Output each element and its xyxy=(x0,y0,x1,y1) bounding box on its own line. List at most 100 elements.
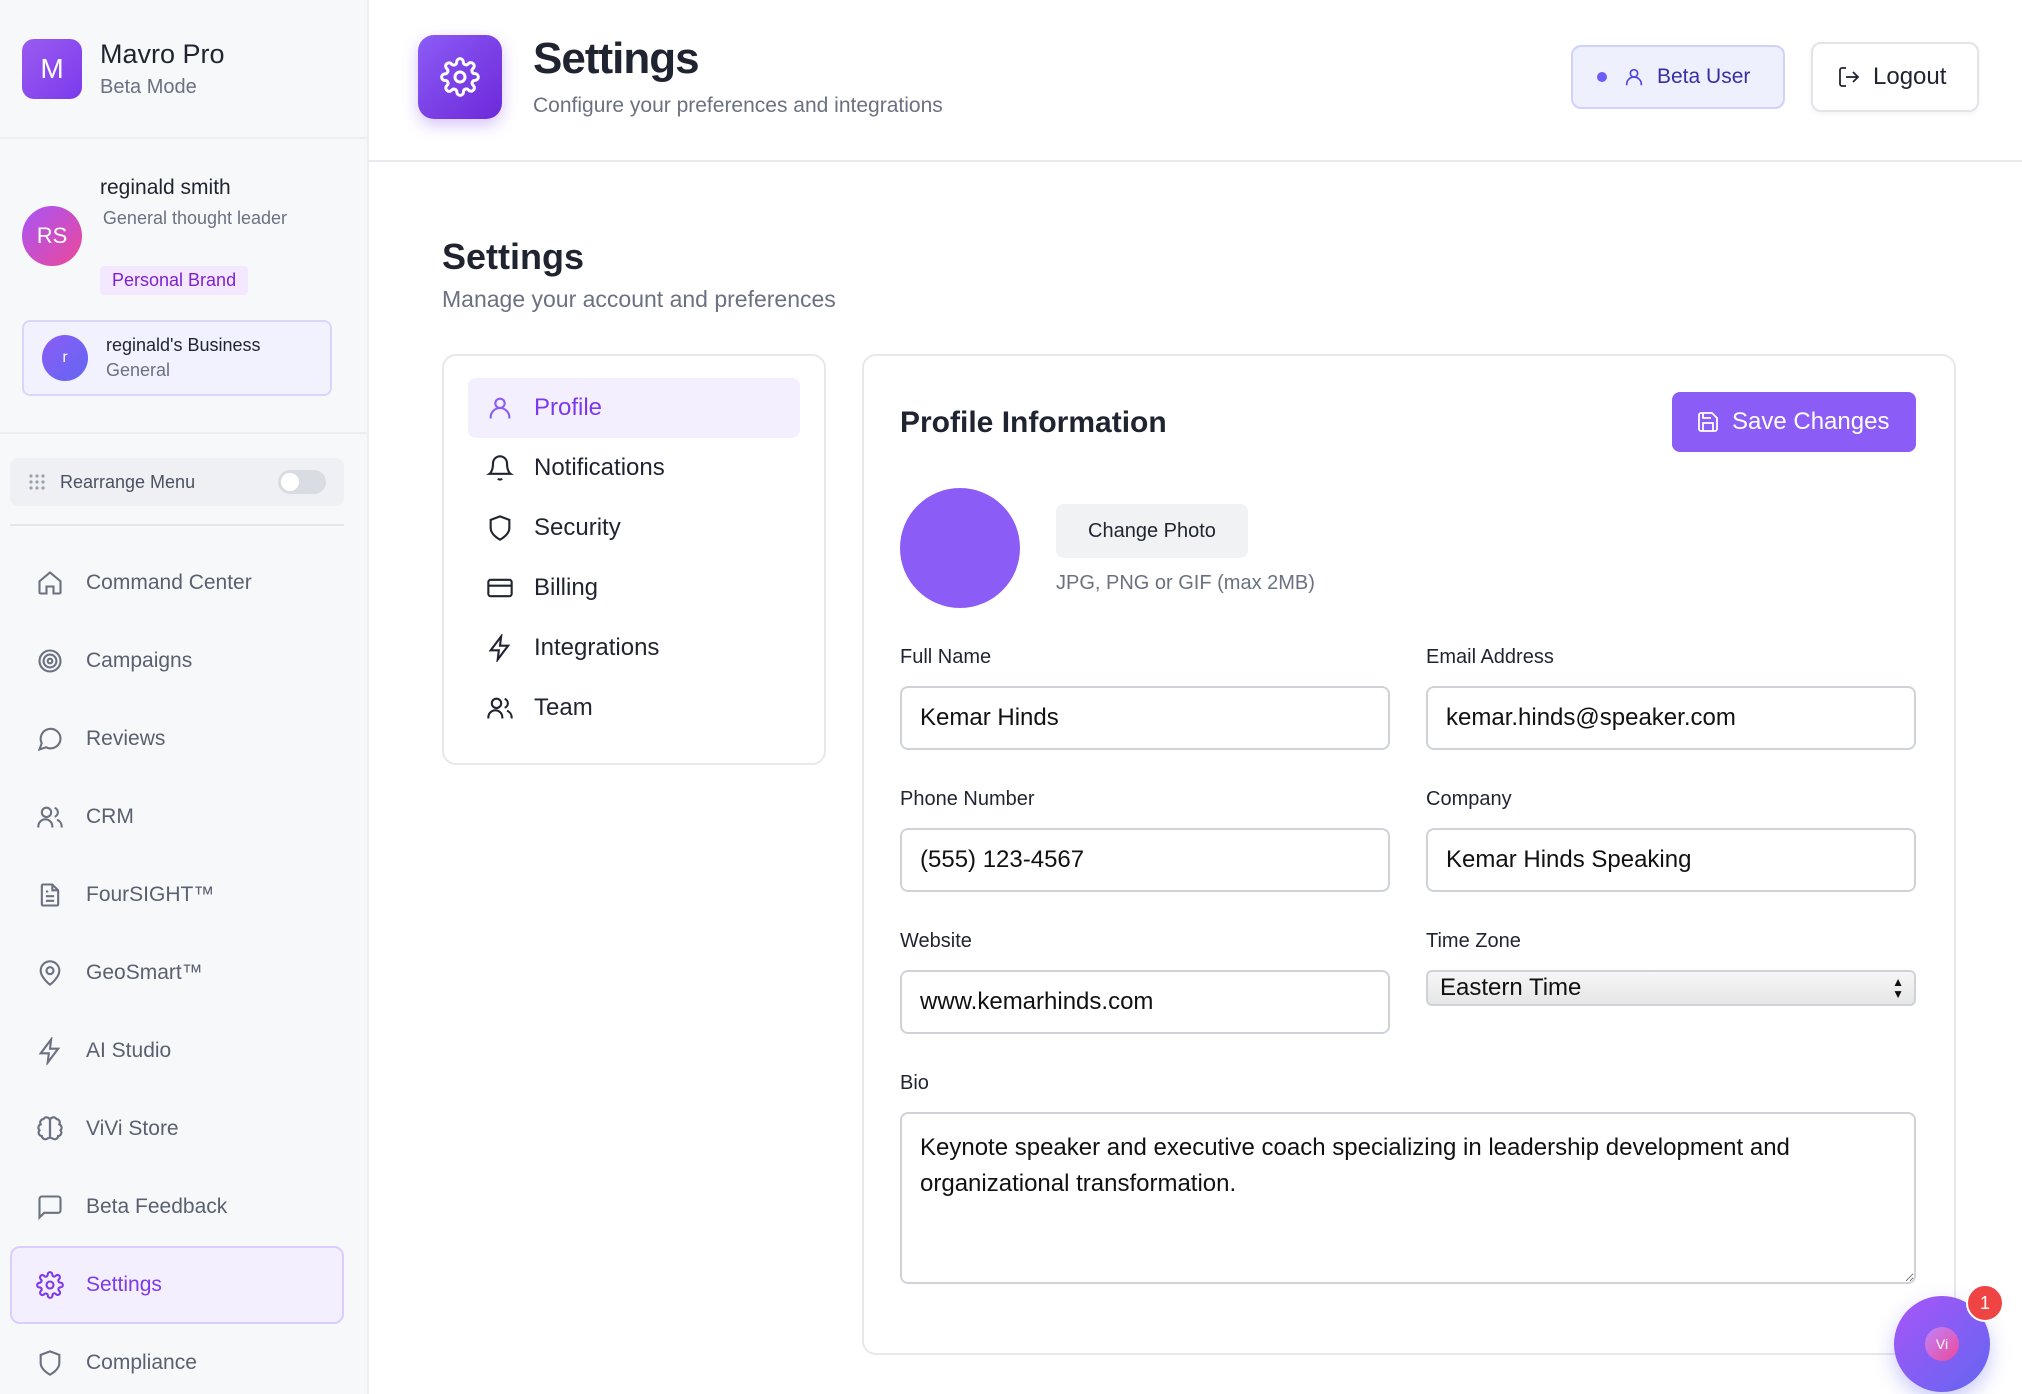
tab-label: Integrations xyxy=(534,634,660,661)
brand-logo: M xyxy=(22,38,82,99)
bio-field[interactable]: Keynote speaker and executive coach spec… xyxy=(900,1112,1916,1284)
lightning-icon xyxy=(38,1037,61,1065)
target-icon xyxy=(38,649,62,673)
tab-label: Billing xyxy=(534,574,599,601)
website-label: Website xyxy=(900,930,972,952)
tab-team[interactable]: Team xyxy=(468,678,800,738)
sidebar-item-crm[interactable]: CRM xyxy=(10,778,344,856)
vivi-avatar: Vi xyxy=(1925,1327,1959,1361)
avatar[interactable]: RS xyxy=(22,206,82,266)
top-header: Settings Configure your preferences and … xyxy=(369,0,2022,162)
sidebar-item-label: Compliance xyxy=(86,1351,197,1374)
header-title: Settings xyxy=(533,34,700,83)
profile-form-card: Profile Information Save Changes Change … xyxy=(862,354,1956,1355)
tab-integrations[interactable]: Integrations xyxy=(468,618,800,678)
page-title: Settings xyxy=(442,236,585,277)
business-name: reginald's Business xyxy=(106,335,261,355)
phone-label: Phone Number xyxy=(900,788,1035,810)
grip-dots-icon xyxy=(29,474,45,490)
tab-security[interactable]: Security xyxy=(468,498,800,558)
divider xyxy=(10,524,344,526)
save-changes-label: Save Changes xyxy=(1732,408,1890,435)
change-photo-button[interactable]: Change Photo xyxy=(1056,504,1248,558)
notification-count-badge: 1 xyxy=(1966,1284,2004,1322)
chat-bubble-icon xyxy=(37,727,62,752)
sidebar-item-label: GeoSmart™ xyxy=(86,961,203,984)
personal-brand-badge: Personal Brand xyxy=(100,266,249,295)
lightning-icon xyxy=(488,634,511,662)
home-icon xyxy=(38,571,62,595)
timezone-select[interactable]: Eastern Time ▲ ▼ xyxy=(1426,970,1916,1006)
company-field[interactable] xyxy=(1426,828,1916,892)
sidebar-item-compliance[interactable]: Compliance xyxy=(10,1324,344,1394)
sidebar-item-command-center[interactable]: Command Center xyxy=(10,544,344,622)
rearrange-menu-row: Rearrange Menu xyxy=(10,458,344,506)
website-field[interactable] xyxy=(900,970,1390,1034)
user-icon xyxy=(489,397,511,419)
page-subtitle: Manage your account and preferences xyxy=(442,286,836,312)
sidebar: M Mavro Pro Beta Mode RS reginald smith … xyxy=(0,0,369,1394)
tab-notifications[interactable]: Notifications xyxy=(468,438,800,498)
bio-label: Bio xyxy=(900,1072,929,1094)
beta-user-badge[interactable]: Beta User xyxy=(1571,45,1785,109)
tab-profile[interactable]: Profile xyxy=(468,378,800,438)
save-changes-button[interactable]: Save Changes xyxy=(1672,392,1916,452)
sidebar-item-label: Settings xyxy=(86,1273,162,1296)
tab-label: Team xyxy=(534,694,593,721)
logout-button[interactable]: Logout xyxy=(1811,42,1979,112)
sidebar-item-ai-studio[interactable]: AI Studio xyxy=(10,1012,344,1090)
rearrange-menu-label: Rearrange Menu xyxy=(60,471,196,492)
user-role: General thought leader xyxy=(102,208,288,228)
photo-hint: JPG, PNG or GIF (max 2MB) xyxy=(1056,572,1315,594)
users-icon xyxy=(487,697,513,719)
sidebar-item-label: ViVi Store xyxy=(86,1117,179,1140)
divider xyxy=(0,432,367,434)
beta-user-label: Beta User xyxy=(1657,65,1751,88)
sidebar-item-campaigns[interactable]: Campaigns xyxy=(10,622,344,700)
tab-billing[interactable]: Billing xyxy=(468,558,800,618)
settings-tabs: Profile Notifications Security Billing I… xyxy=(442,354,826,765)
user-icon xyxy=(1625,68,1643,86)
save-icon xyxy=(1698,412,1718,432)
select-arrows-icon: ▲ ▼ xyxy=(1892,975,1904,1001)
logout-icon xyxy=(1839,67,1860,87)
tab-label: Security xyxy=(534,514,621,541)
sidebar-nav: Command Center Campaigns Reviews CRM Fou… xyxy=(10,544,344,1394)
map-pin-icon xyxy=(39,960,61,986)
sidebar-item-label: Beta Feedback xyxy=(86,1195,228,1218)
gear-icon xyxy=(440,57,480,97)
sidebar-item-vivi-store[interactable]: ViVi Store xyxy=(10,1090,344,1168)
tab-label: Profile xyxy=(534,394,603,421)
timezone-value: Eastern Time xyxy=(1440,974,1582,1001)
email-field[interactable] xyxy=(1426,686,1916,750)
brand-name: Mavro Pro xyxy=(100,38,225,69)
sidebar-item-beta-feedback[interactable]: Beta Feedback xyxy=(10,1168,344,1246)
brand-header[interactable]: M Mavro Pro Beta Mode xyxy=(0,0,367,139)
profile-photo xyxy=(900,488,1020,608)
sidebar-item-geosmart[interactable]: GeoSmart™ xyxy=(10,934,344,1012)
logout-label: Logout xyxy=(1873,63,1947,90)
users-icon xyxy=(37,806,63,828)
sidebar-item-label: CRM xyxy=(86,805,134,828)
business-switcher[interactable]: r reginald's Business General xyxy=(22,320,332,396)
sidebar-item-label: Command Center xyxy=(86,571,252,594)
sidebar-item-reviews[interactable]: Reviews xyxy=(10,700,344,778)
sidebar-item-settings[interactable]: Settings xyxy=(10,1246,344,1324)
header-settings-badge xyxy=(418,35,502,119)
sidebar-item-label: Reviews xyxy=(86,727,166,750)
shield-icon xyxy=(39,1350,61,1376)
sidebar-item-foursight[interactable]: FourSIGHT™ xyxy=(10,856,344,934)
business-category: General xyxy=(106,360,171,380)
email-label: Email Address xyxy=(1426,646,1554,668)
timezone-label: Time Zone xyxy=(1426,930,1521,952)
full-name-field[interactable] xyxy=(900,686,1390,750)
brand-mode: Beta Mode xyxy=(100,75,197,98)
credit-card-icon xyxy=(487,578,513,598)
phone-field[interactable] xyxy=(900,828,1390,892)
business-avatar: r xyxy=(42,335,88,381)
sidebar-item-label: Campaigns xyxy=(86,649,193,672)
message-square-icon xyxy=(38,1195,62,1221)
main-content: Settings Manage your account and prefere… xyxy=(369,162,2022,1394)
rearrange-toggle[interactable] xyxy=(278,470,326,494)
document-icon xyxy=(40,883,60,907)
